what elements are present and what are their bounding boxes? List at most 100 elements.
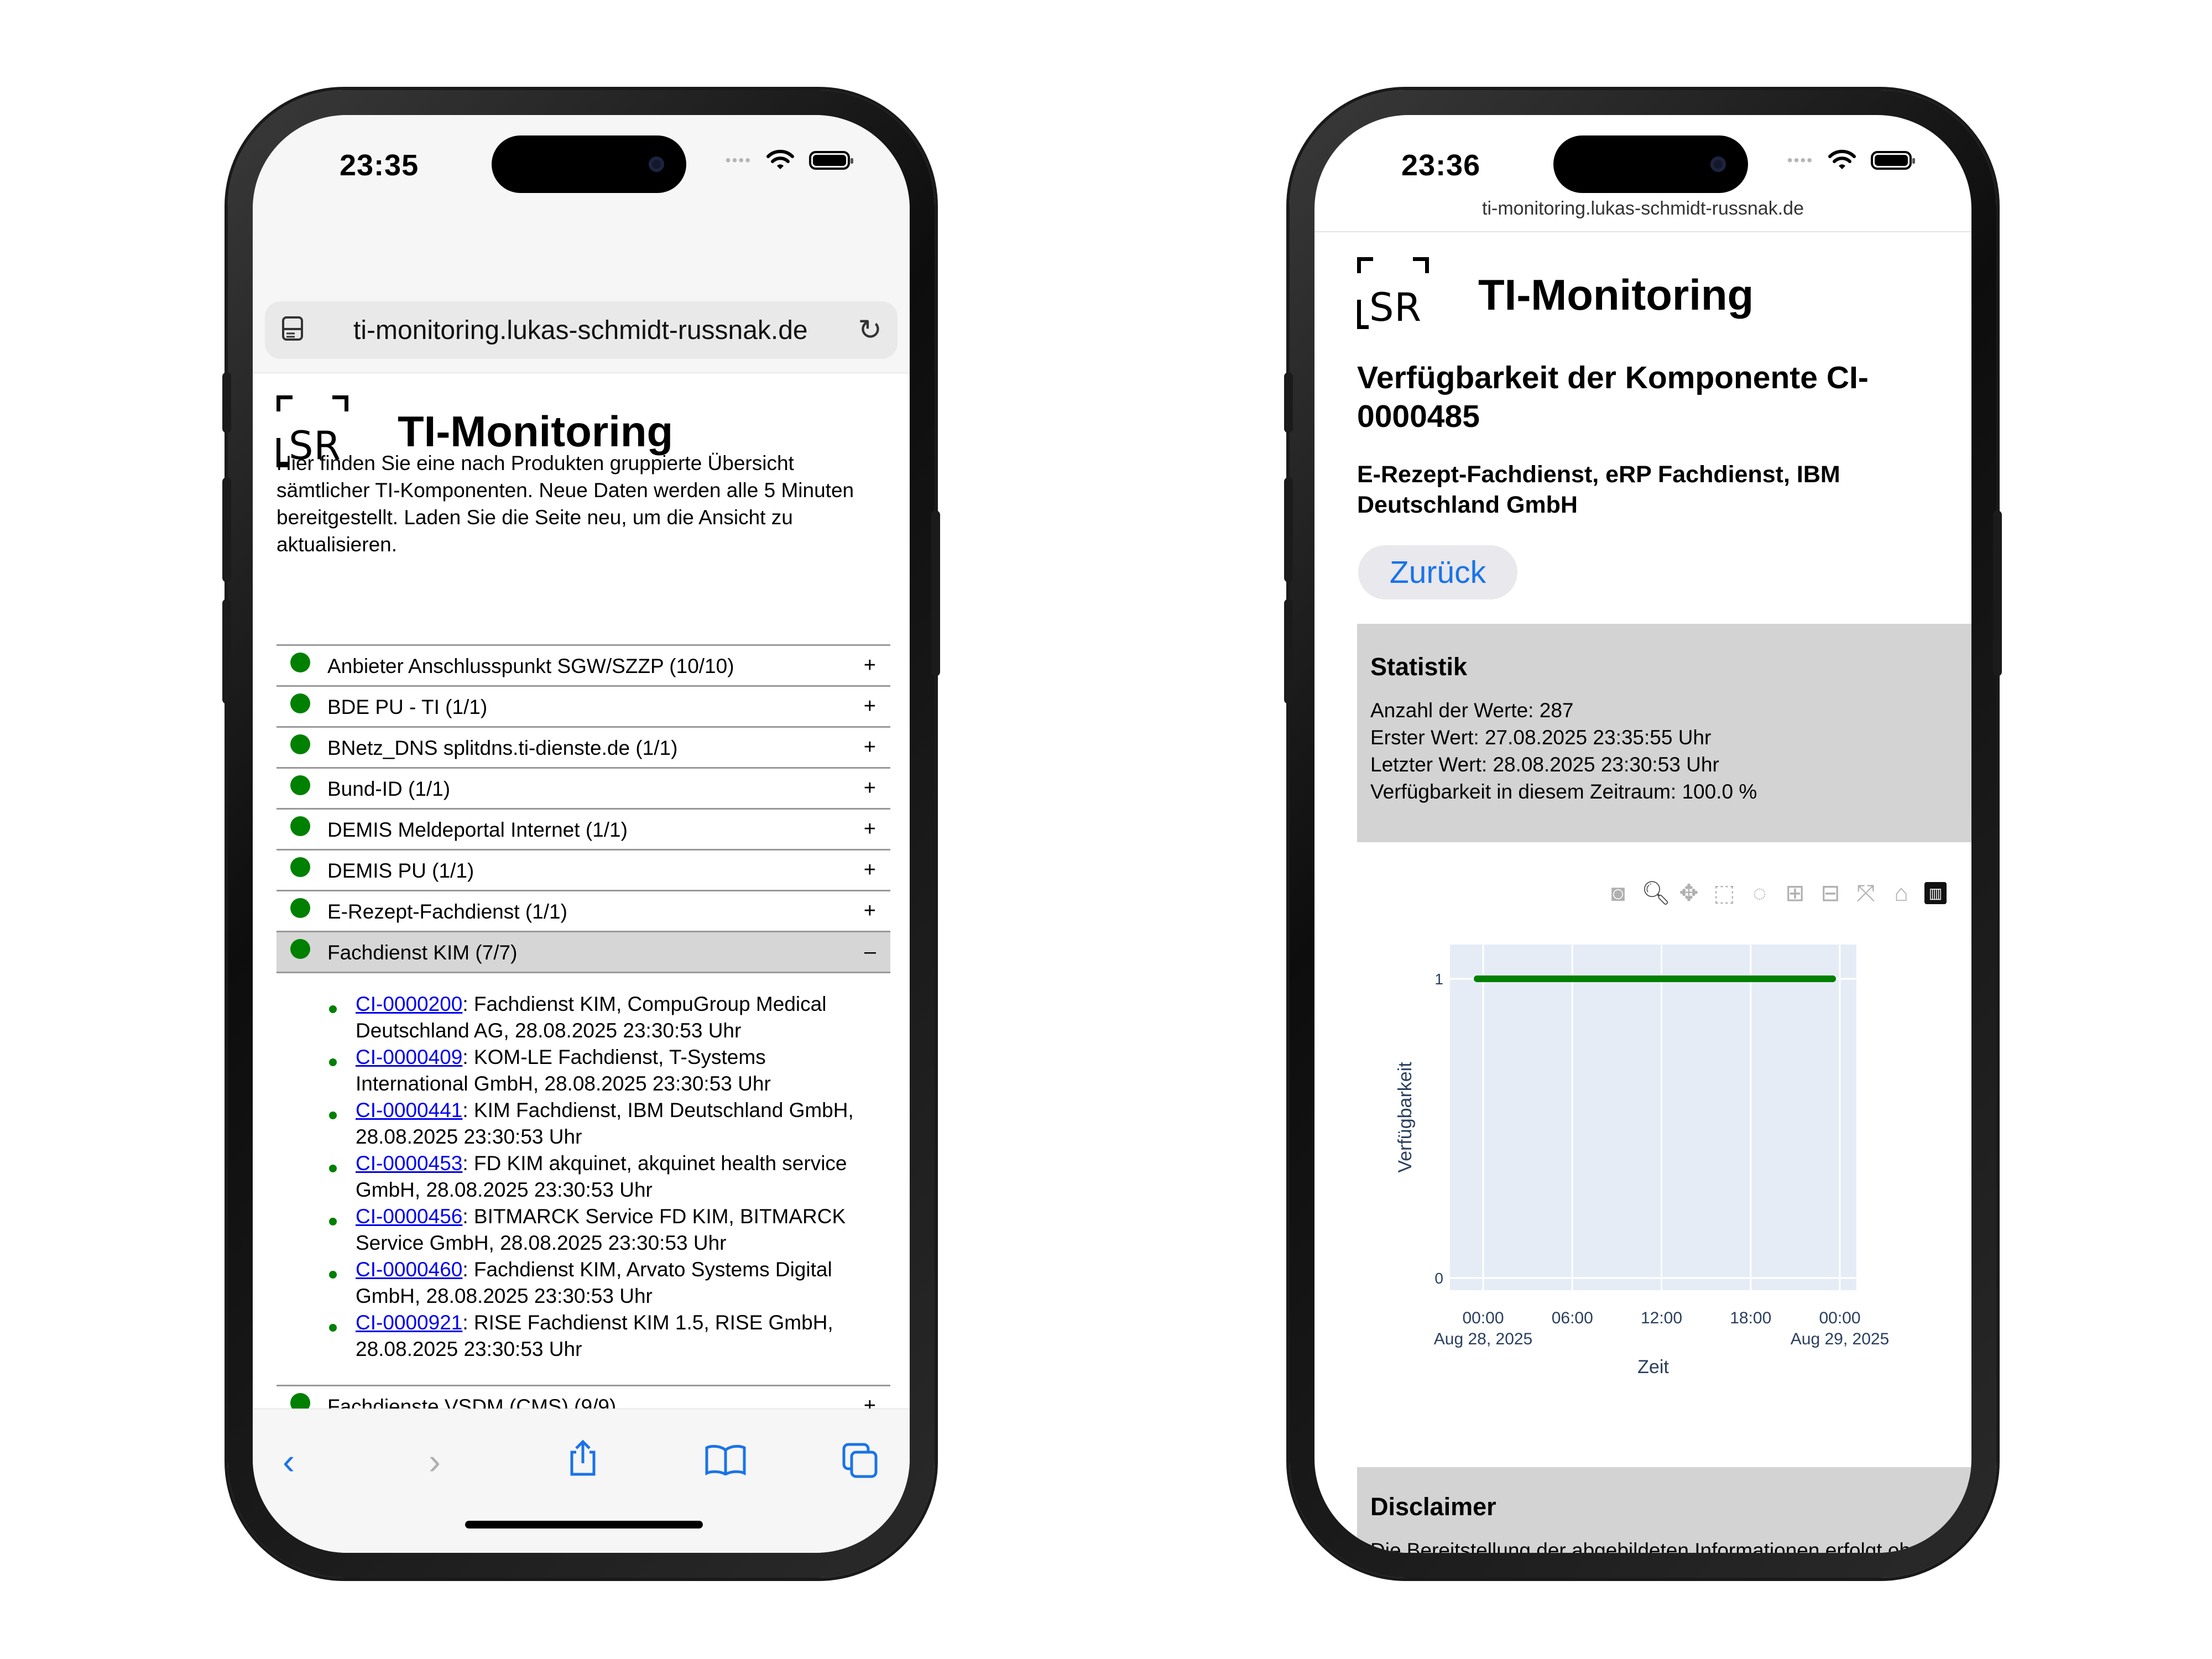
stat-availability: Verfügbarkeit in diesem Zeitraum: 100.0 … [1370,780,1757,803]
page-menu-icon[interactable] [281,316,304,345]
y-tick-label: 1 [1434,971,1443,988]
accordion-group-row[interactable]: DEMIS PU (1/1) + [276,851,890,891]
component-link[interactable]: CI-0000921 [356,1311,462,1334]
zoom-in-icon[interactable]: ⊞ [1783,881,1807,905]
tabs-icon[interactable] [842,1442,878,1479]
stat-count: Anzahl der Werte: 287 [1370,699,1574,722]
chart-modebar: ◙ 🔍︎ ✥ ⬚ ◌ ⊞ ⊟ ⤧ ⌂ ▥ [1606,881,1947,905]
plotly-logo-icon[interactable]: ▥ [1924,882,1947,904]
x-tick-label: 18:00 [1730,1309,1771,1327]
action-button [1284,372,1293,433]
back-button[interactable]: Zurück [1358,545,1517,599]
statistics-title: Statistik [1370,653,1468,681]
component-link[interactable]: CI-0000441 [356,1099,462,1121]
autoscale-icon[interactable]: ⤧ [1854,881,1878,905]
accordion-group-row[interactable]: E-Rezept-Fachdienst (1/1) + [276,891,890,932]
volume-up-button [1284,477,1293,582]
x-tick-label: 12:00 [1641,1309,1682,1327]
box-select-icon[interactable]: ⬚ [1712,881,1736,905]
signal-icon: •••• [1787,152,1813,169]
expand-icon[interactable]: + [864,776,876,800]
reload-icon[interactable]: ↻ [858,314,882,347]
left-phone-frame: 23:35 •••• ti-monitoring.lukas-schmidt-r… [222,90,940,1578]
right-screen: 23:36 •••• ti-monitoring.lukas-schmidt-r… [1314,115,1971,1553]
component-link[interactable]: CI-0000409 [356,1046,462,1068]
app-title: TI-Monitoring [1478,270,1754,319]
component-link[interactable]: CI-0000456 [356,1205,462,1228]
reset-axes-icon[interactable]: ⌂ [1889,881,1913,905]
lasso-icon[interactable]: ◌ [1747,881,1772,905]
status-dot [290,693,310,713]
x-tick-label: 00:00 [1462,1309,1504,1327]
logo-text: SR [1369,285,1422,330]
status-dot [329,1218,337,1225]
power-button [931,510,940,676]
camera-icon[interactable]: ◙ [1606,881,1630,905]
forward-icon[interactable]: › [429,1440,441,1482]
expand-icon[interactable]: + [864,899,876,923]
share-icon[interactable] [566,1439,599,1478]
status-time: 23:36 [1401,149,1481,182]
list-item: CI-0000453: FD KIM akquinet, akquinet he… [276,1150,890,1203]
camera-icon [649,156,664,172]
expand-icon[interactable]: + [864,858,876,882]
x-tick-date-label: Aug 28, 2025 [1434,1330,1533,1348]
volume-down-button [1284,599,1293,704]
battery-icon [809,151,853,170]
expand-icon[interactable]: + [864,654,876,677]
camera-icon [1710,156,1726,172]
status-dot [290,939,310,959]
dynamic-island [1553,135,1748,193]
zoom-icon[interactable]: 🔍︎ [1641,881,1671,905]
list-item: CI-0000460: Fachdienst KIM, Arvato Syste… [276,1256,890,1310]
accordion-group-row[interactable]: BNetz_DNS splitdns.ti-dienste.de (1/1) + [276,728,890,769]
y-tick-label: 0 [1434,1270,1443,1287]
accordion-group-row[interactable]: BDE PU - TI (1/1) + [276,687,890,728]
accordion-group-row[interactable]: DEMIS Meldeportal Internet (1/1) + [276,810,890,851]
accordion-group-row[interactable]: Anbieter Anschlusspunkt SGW/SZZP (10/10)… [276,646,890,687]
component-heading: Verfügbarkeit der Komponente CI-0000485 [1357,360,1869,434]
address-bar[interactable]: ti-monitoring.lukas-schmidt-russnak.de ↻ [265,301,898,359]
bookmarks-icon[interactable] [705,1444,747,1475]
url-text[interactable]: ti-monitoring.lukas-schmidt-russnak.de [353,315,808,346]
status-dot [290,734,310,754]
plot-area [1450,945,1856,1290]
list-item: CI-0000441: KIM Fachdienst, IBM Deutschl… [276,1097,890,1150]
zoom-out-icon[interactable]: ⊟ [1818,881,1843,905]
group-label: BNetz_DNS splitdns.ti-dienste.de (1/1) [327,737,678,759]
component-subheading: E-Rezept-Fachdienst, eRP Fachdienst, IBM… [1357,461,1840,518]
pan-icon[interactable]: ✥ [1677,881,1701,905]
statistics-panel: Statistik Anzahl der Werte: 287 Erster W… [1357,624,1971,842]
accordion-group-row[interactable]: Bund-ID (1/1) + [276,769,890,810]
group-label: Bund-ID (1/1) [327,778,451,800]
back-icon[interactable]: ‹ [283,1440,295,1482]
y-axis-title: Verfügbarkeit [1395,1062,1416,1173]
expand-icon[interactable]: + [864,817,876,841]
component-link[interactable]: CI-0000200 [356,993,462,1015]
disclaimer-title: Disclaimer [1370,1493,1496,1521]
group-label: DEMIS Meldeportal Internet (1/1) [327,818,628,841]
collapse-icon[interactable]: – [864,940,876,964]
url-text[interactable]: ti-monitoring.lukas-schmidt-russnak.de [1314,198,1971,220]
right-phone-frame: 23:36 •••• ti-monitoring.lukas-schmidt-r… [1284,90,2002,1578]
status-dot [329,1165,337,1172]
expand-icon[interactable]: + [864,735,876,759]
availability-chart[interactable]: 00:00 Aug 28, 2025 06:00 12:00 18:00 00:00 Aug… [1314,911,1971,1509]
status-dot [290,898,310,918]
power-button [1993,510,2002,676]
data-point [1829,975,1836,982]
component-link[interactable]: CI-0000453 [356,1152,462,1175]
group-label: Fachdienst KIM (7/7) [327,941,518,964]
status-dot [329,1005,337,1013]
component-accordion: Anbieter Anschlusspunkt SGW/SZZP (10/10)… [276,644,890,1509]
status-dot [329,1271,337,1279]
volume-up-button [222,477,231,582]
status-icons: •••• [726,149,853,171]
group-label: BDE PU - TI (1/1) [327,696,488,718]
status-dot [290,653,310,672]
accordion-group-row[interactable]: Fachdienst KIM (7/7) – [276,932,890,973]
intro-text: Hier finden Sie eine nach Produkten grup… [276,452,854,556]
component-list: CI-0000200: Fachdienst KIM, CompuGroup M… [276,973,890,1386]
expand-icon[interactable]: + [864,695,876,718]
component-link[interactable]: CI-0000460 [356,1258,462,1281]
